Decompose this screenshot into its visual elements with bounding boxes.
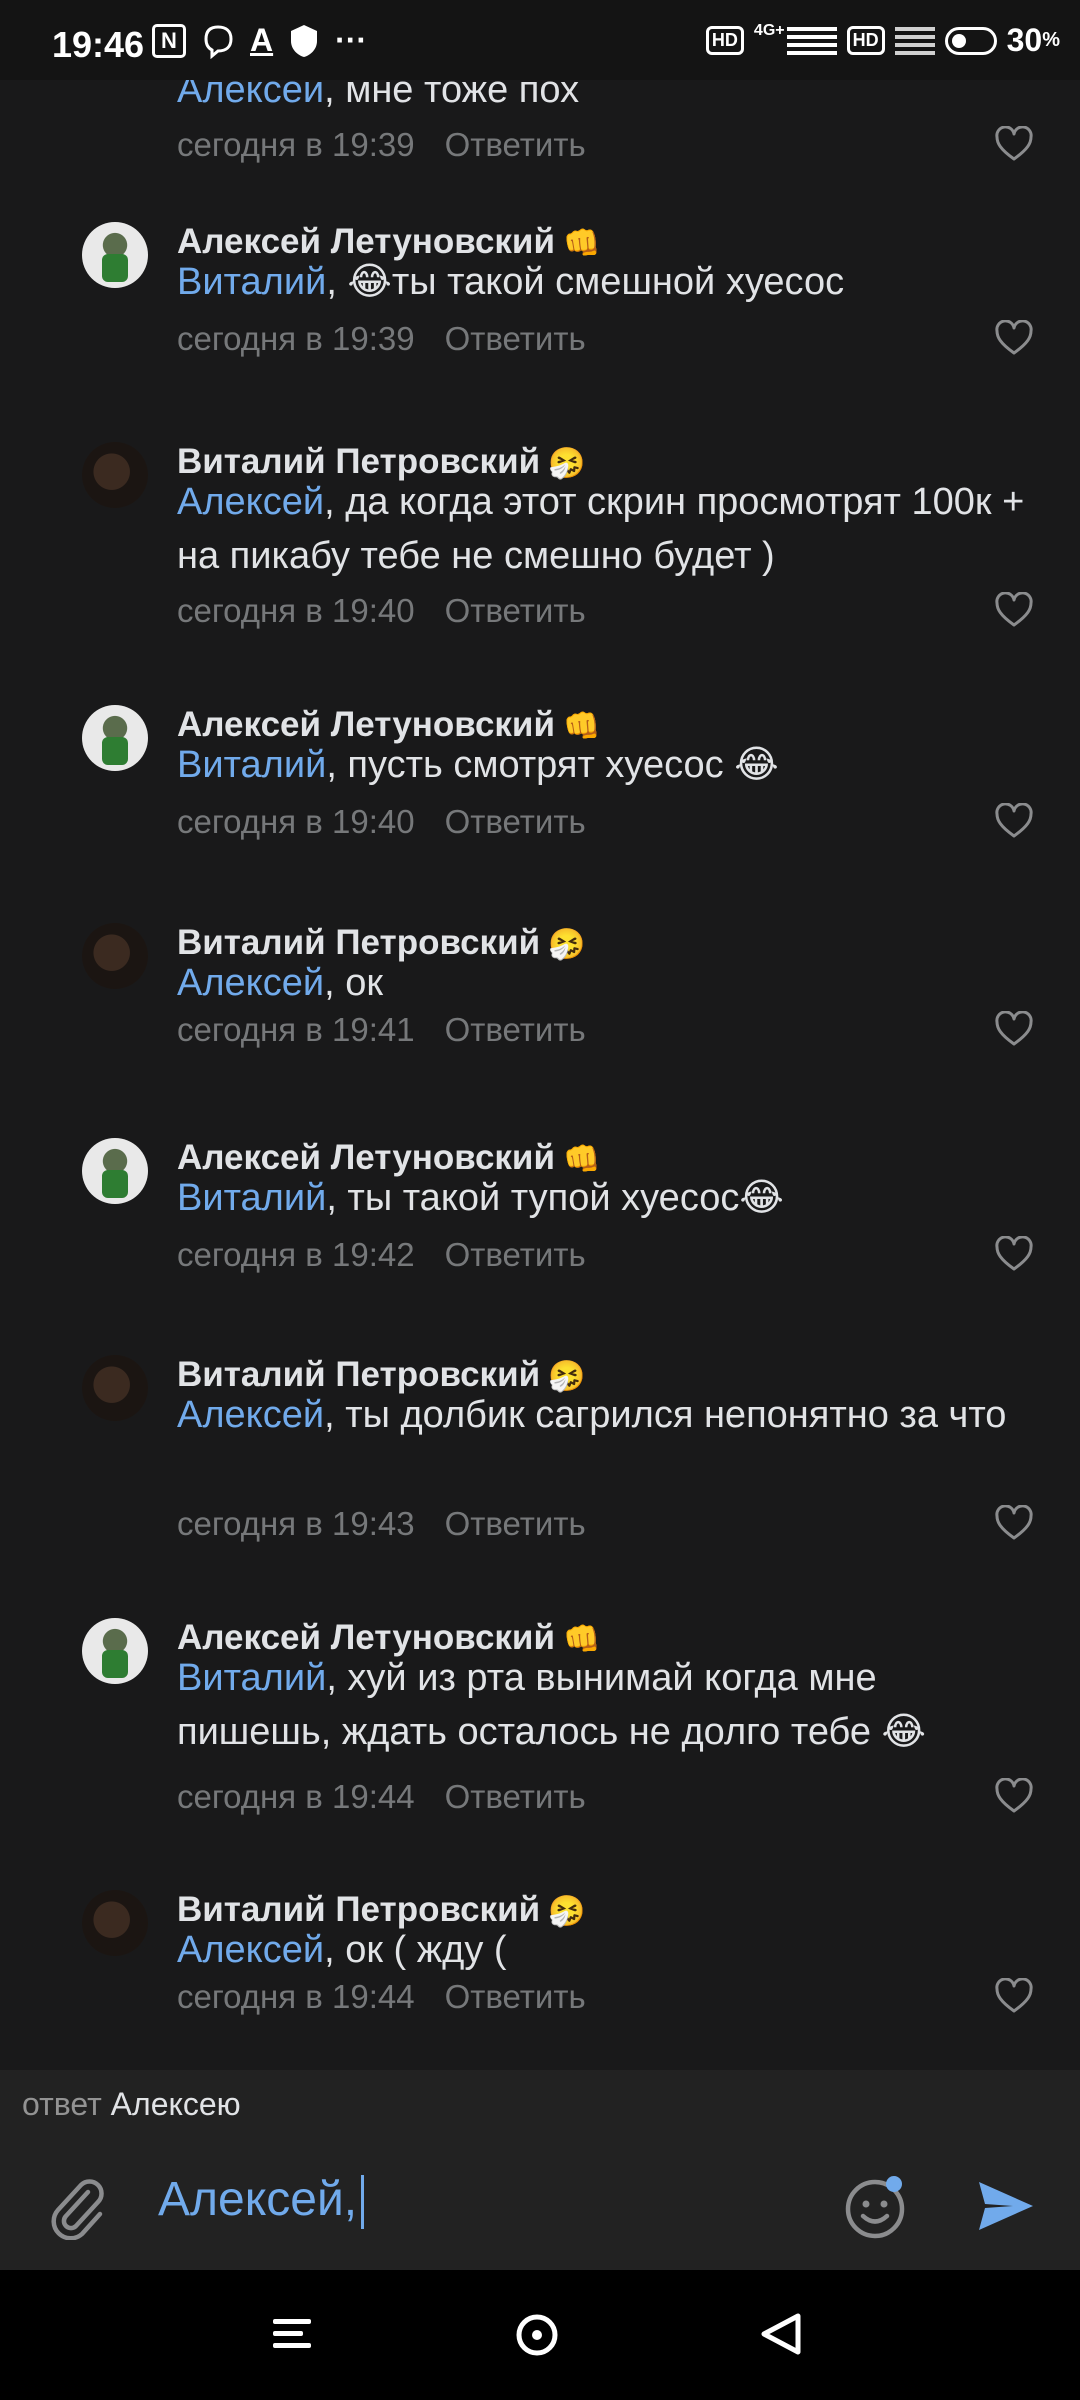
signal-icon-1 bbox=[786, 26, 837, 55]
comment-meta: сегодня в 19:40 Ответить bbox=[177, 803, 586, 841]
vpn-shield-icon bbox=[287, 23, 321, 59]
comment-text: Виталий, ты такой тупой хуесос😂 bbox=[177, 1177, 784, 1219]
like-heart-icon[interactable] bbox=[994, 1236, 1034, 1272]
reply-target-name: Алексею bbox=[110, 2086, 241, 2122]
network-label: 4G+ bbox=[753, 22, 785, 39]
reply-button[interactable]: Ответить bbox=[445, 126, 586, 163]
comment-time: сегодня в 19:39 bbox=[177, 126, 415, 163]
more-dots-icon: ··· bbox=[335, 22, 368, 58]
hd-voice-icon-2: HD bbox=[846, 26, 885, 55]
system-icons: HD 4G+ HD 30% bbox=[705, 22, 1060, 59]
mention-link[interactable]: Алексей bbox=[177, 962, 324, 1004]
mention-link[interactable]: Алексей bbox=[177, 1929, 324, 1971]
comment-text: Алексей, мне тоже пох bbox=[177, 80, 1037, 117]
reply-button[interactable]: Ответить bbox=[445, 1505, 586, 1542]
system-navigation-bar bbox=[0, 2270, 1080, 2400]
comment-text: Алексей, ок bbox=[177, 962, 383, 1004]
reply-button[interactable]: Ответить bbox=[445, 803, 586, 840]
recents-menu-icon[interactable] bbox=[271, 2316, 313, 2352]
comment-time: сегодня в 19:40 bbox=[177, 803, 415, 840]
avatar[interactable] bbox=[82, 1618, 148, 1684]
avatar[interactable] bbox=[82, 222, 148, 288]
attach-paperclip-icon[interactable] bbox=[44, 2174, 110, 2240]
mention-link[interactable]: Алексей bbox=[177, 80, 324, 111]
like-heart-icon[interactable] bbox=[994, 1011, 1034, 1047]
reply-button[interactable]: Ответить bbox=[445, 1011, 586, 1048]
notification-icons: N A ··· bbox=[152, 22, 367, 59]
reply-button[interactable]: Ответить bbox=[445, 1978, 586, 2015]
home-circle-icon[interactable] bbox=[514, 2312, 560, 2358]
nfc-icon: N bbox=[152, 23, 186, 58]
mention-link[interactable]: Виталий bbox=[177, 261, 326, 303]
comment-text: Виталий, 😂ты такой смешной хуесос bbox=[177, 261, 845, 303]
comment-text: Виталий, хуй из рта вынимай когда мне пи… bbox=[177, 1657, 926, 1753]
comment-meta: сегодня в 19:39 Ответить bbox=[177, 320, 586, 358]
mention-link[interactable]: Алексей bbox=[177, 481, 324, 523]
reply-target-label: ответ Алексею bbox=[22, 2086, 241, 2122]
status-bar: 19:46 N A ··· HD 4G+ HD 30% bbox=[0, 0, 1080, 80]
comment-meta: сегодня в 19:44 Ответить bbox=[177, 1978, 586, 2016]
like-heart-icon[interactable] bbox=[994, 1505, 1034, 1541]
text-cursor bbox=[361, 2175, 365, 2230]
comment-time: сегодня в 19:39 bbox=[177, 320, 415, 357]
text-a-icon: A bbox=[250, 22, 274, 58]
reply-button[interactable]: Ответить bbox=[445, 592, 586, 629]
viber-icon bbox=[200, 23, 236, 59]
comment-meta: сегодня в 19:42 Ответить bbox=[177, 1236, 586, 1274]
comment-meta: сегодня в 19:39 Ответить bbox=[177, 126, 586, 164]
avatar[interactable] bbox=[82, 1890, 148, 1956]
avatar[interactable] bbox=[82, 1355, 148, 1421]
comments-feed[interactable]: Алексей, мне тоже пох сегодня в 19:39 Отв… bbox=[0, 80, 1080, 2070]
like-heart-icon[interactable] bbox=[994, 803, 1034, 839]
battery-level: 30% bbox=[1006, 22, 1060, 58]
mention-link[interactable]: Виталий bbox=[177, 1177, 326, 1219]
comment-time: сегодня в 19:40 bbox=[177, 592, 415, 629]
comment-composer: Алексей, bbox=[0, 2140, 1080, 2270]
like-heart-icon[interactable] bbox=[994, 126, 1034, 162]
comment-time: сегодня в 19:41 bbox=[177, 1011, 415, 1048]
comment-text: Алексей, ок ( жду ( bbox=[177, 1929, 507, 1971]
comment-meta: сегодня в 19:40 Ответить bbox=[177, 592, 586, 630]
signal-icon-2 bbox=[894, 26, 935, 55]
comment-text: Виталий, пусть смотрят хуесос 😂 bbox=[177, 744, 779, 786]
mention-link[interactable]: Виталий bbox=[177, 744, 326, 786]
comment-meta: сегодня в 19:44 Ответить bbox=[177, 1778, 586, 1816]
comment-meta: сегодня в 19:41 Ответить bbox=[177, 1011, 586, 1049]
like-heart-icon[interactable] bbox=[994, 1978, 1034, 2014]
comment-text: Алексей, да когда этот скрин просмотрят … bbox=[177, 481, 1025, 577]
battery-saver-icon bbox=[944, 26, 997, 55]
avatar[interactable] bbox=[82, 442, 148, 508]
reply-button[interactable]: Ответить bbox=[445, 1778, 586, 1815]
mention-link[interactable]: Виталий bbox=[177, 1657, 326, 1699]
comment-time: сегодня в 19:44 bbox=[177, 1978, 415, 2015]
hd-voice-icon-1: HD bbox=[705, 26, 744, 55]
comment-input[interactable]: Алексей, bbox=[158, 2172, 365, 2230]
emoji-smile-icon[interactable] bbox=[842, 2174, 908, 2240]
like-heart-icon[interactable] bbox=[994, 1778, 1034, 1814]
comment-time: сегодня в 19:43 bbox=[177, 1505, 415, 1542]
like-heart-icon[interactable] bbox=[994, 320, 1034, 356]
reply-button[interactable]: Ответить bbox=[445, 320, 586, 357]
reply-target-bar: ответ Алексею bbox=[0, 2070, 1080, 2140]
mention-link[interactable]: Алексей bbox=[177, 1394, 324, 1436]
comment-meta: сегодня в 19:43 Ответить bbox=[177, 1505, 586, 1543]
like-heart-icon[interactable] bbox=[994, 592, 1034, 628]
avatar[interactable] bbox=[82, 705, 148, 771]
comment-time: сегодня в 19:44 bbox=[177, 1778, 415, 1815]
comment-text: Алексей, ты долбик сагрился непонятно за… bbox=[177, 1394, 1007, 1436]
comment-time: сегодня в 19:42 bbox=[177, 1236, 415, 1273]
status-time: 19:46 bbox=[52, 24, 145, 65]
avatar[interactable] bbox=[82, 923, 148, 989]
send-icon[interactable] bbox=[975, 2176, 1035, 2236]
avatar[interactable] bbox=[82, 1138, 148, 1204]
reply-button[interactable]: Ответить bbox=[445, 1236, 586, 1273]
back-triangle-icon[interactable] bbox=[758, 2310, 804, 2358]
